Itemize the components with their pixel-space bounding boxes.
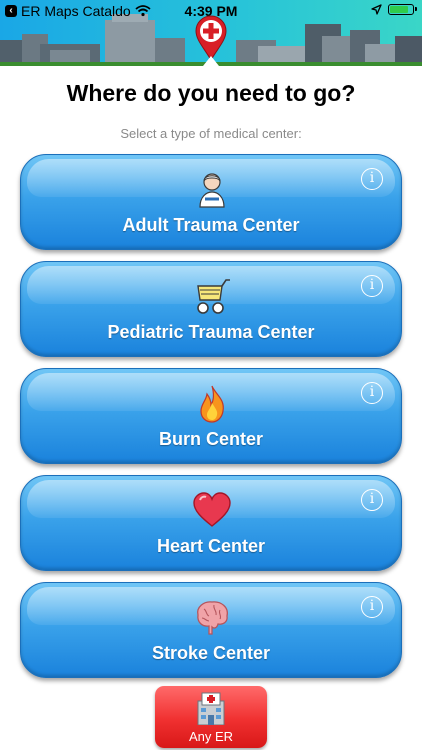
location-arrow-icon	[371, 4, 382, 15]
any-er-button[interactable]: Any ER	[155, 686, 267, 748]
info-icon[interactable]: i	[361, 168, 383, 190]
center-label: Adult Trauma Center	[122, 215, 300, 235]
map-pin-icon	[195, 15, 227, 61]
any-er-label: Any ER	[188, 729, 234, 744]
info-icon[interactable]: i	[361, 596, 383, 618]
pediatric-trauma-center-button[interactable]: i Pediatric Trauma Center	[20, 261, 402, 357]
center-label: Pediatric Trauma Center	[107, 322, 315, 342]
info-icon[interactable]: i	[361, 275, 383, 297]
header-caret	[203, 56, 219, 66]
brain-icon	[197, 601, 228, 635]
header-banner: ‹ ER Maps Cataldo 4:39 PM	[0, 0, 422, 66]
page-title: Where do you need to go?	[66, 80, 356, 106]
hospital-building-icon	[197, 692, 225, 725]
center-label: Burn Center	[158, 429, 263, 449]
battery-level	[390, 6, 409, 13]
adult-patient-icon	[199, 173, 225, 208]
burn-center-button[interactable]: i Burn Center	[20, 368, 402, 464]
center-label: Stroke Center	[151, 643, 271, 663]
battery-icon	[388, 4, 417, 15]
heart-icon	[193, 492, 231, 527]
adult-trauma-center-button[interactable]: i Adult Trauma Center	[20, 154, 402, 250]
page-subtitle: Select a type of medical center:	[120, 126, 302, 141]
stroke-center-button[interactable]: i Stroke Center	[20, 582, 402, 678]
flame-icon	[200, 385, 224, 423]
heart-center-button[interactable]: i Heart Center	[20, 475, 402, 571]
info-icon[interactable]: i	[361, 382, 383, 404]
info-icon[interactable]: i	[361, 489, 383, 511]
center-list: i Adult Trauma Center i Pediatric Trauma…	[20, 154, 402, 689]
baby-stroller-icon	[197, 279, 230, 314]
center-label: Heart Center	[156, 536, 266, 556]
status-indicators	[371, 4, 417, 15]
